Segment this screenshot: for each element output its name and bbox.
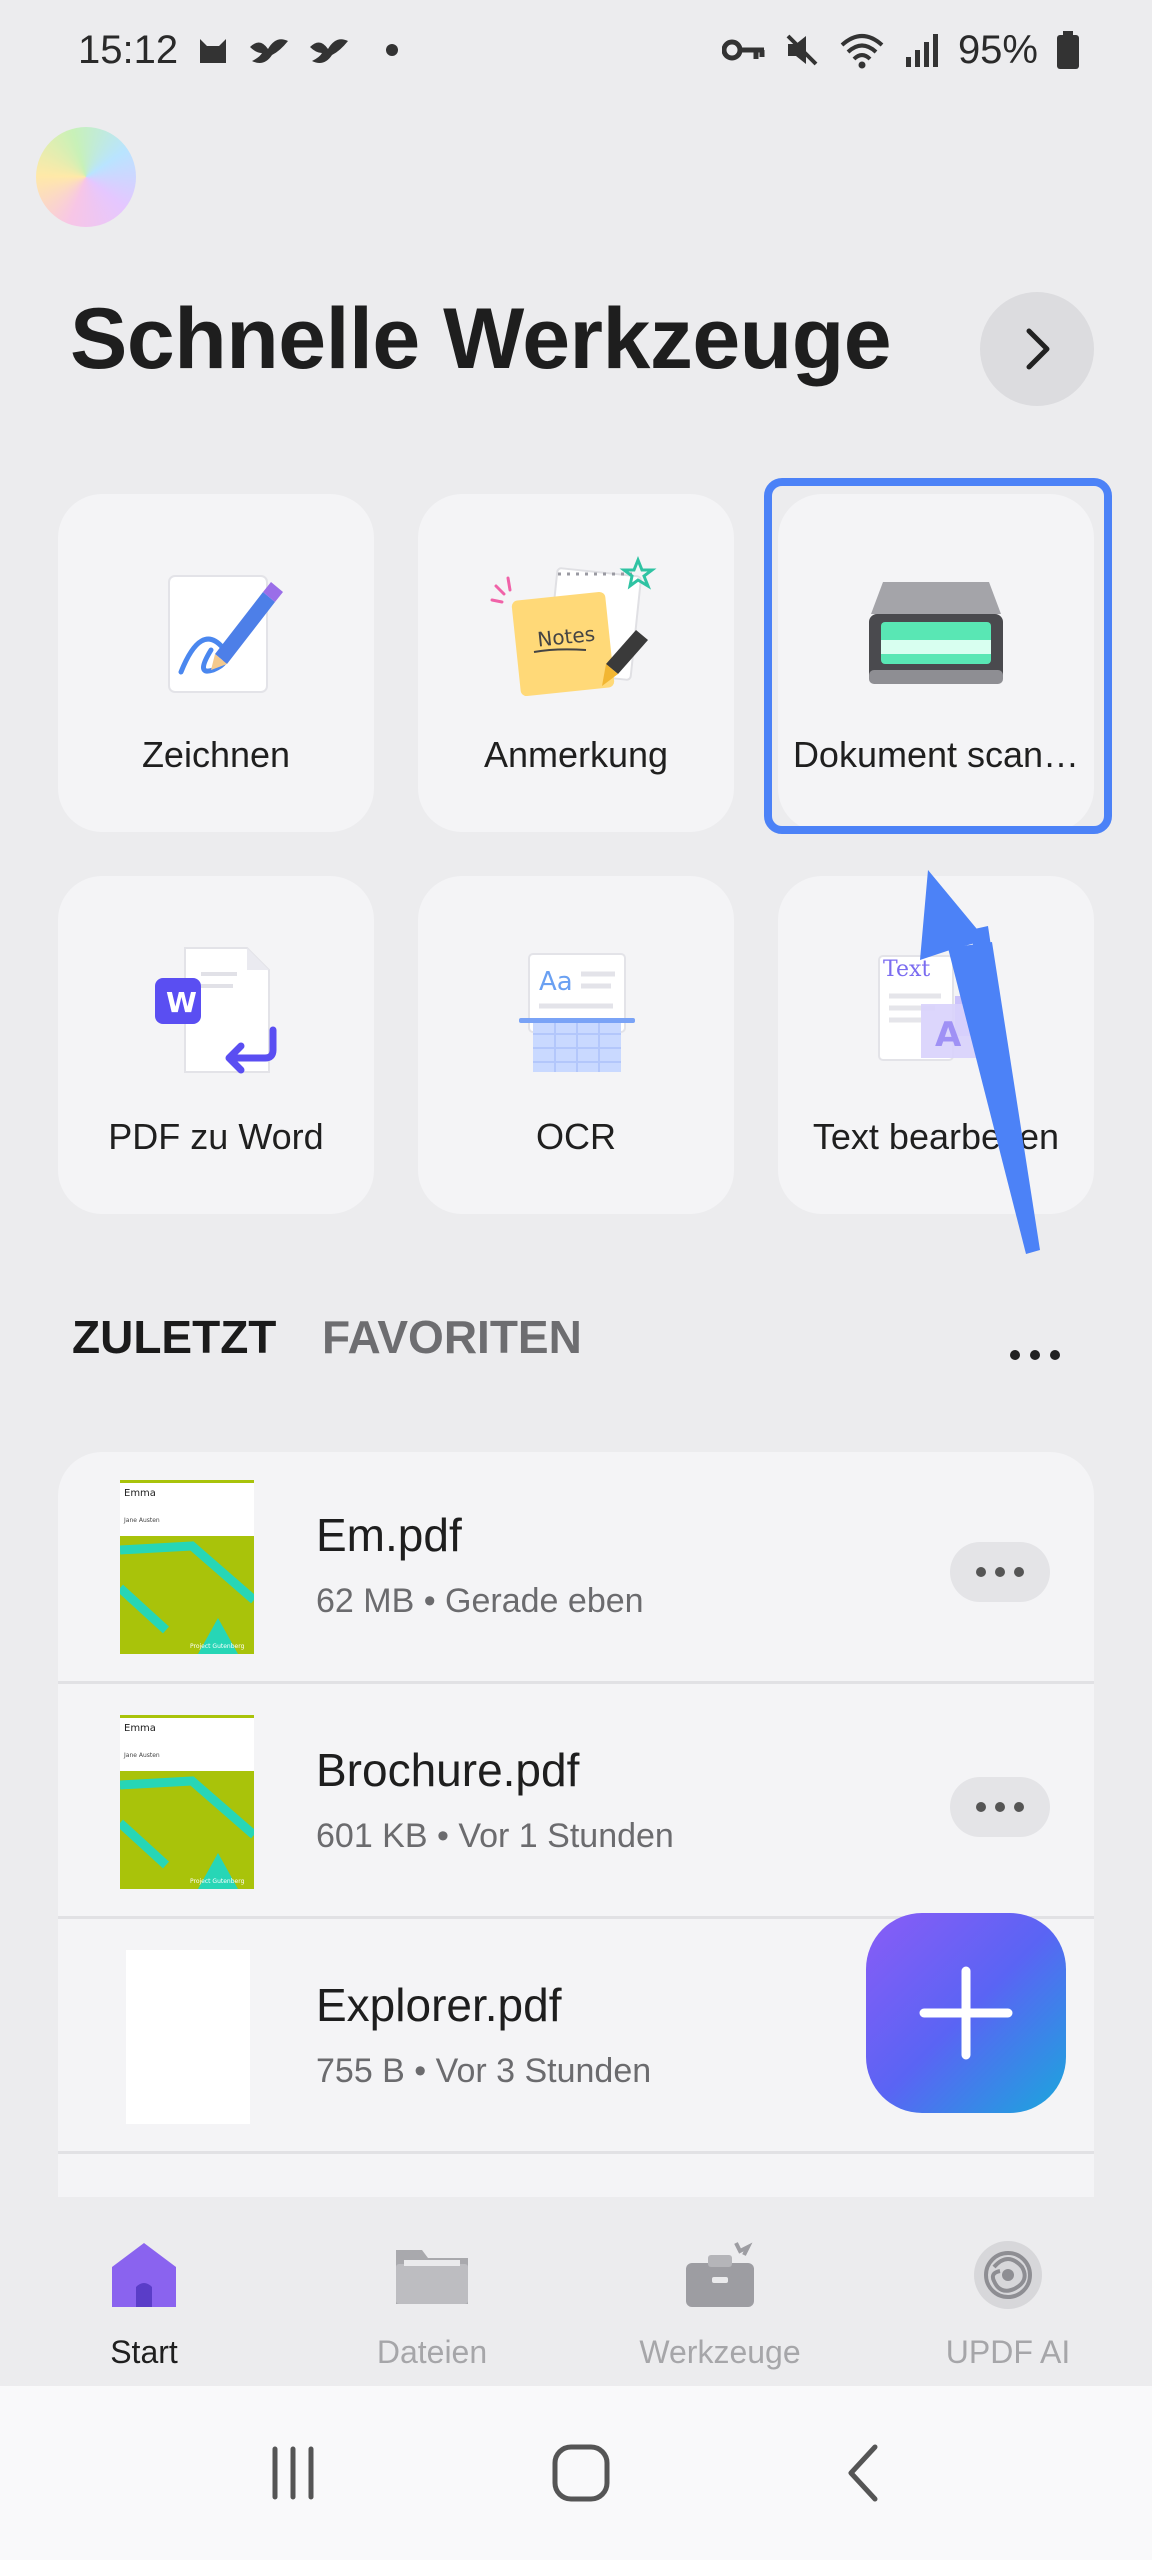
thumb-author: Jane Austen <box>123 1752 160 1759</box>
battery-icon <box>1057 31 1079 69</box>
nav-start[interactable]: Start <box>0 2230 288 2371</box>
tool-card-pdf-to-word[interactable]: W PDF zu Word <box>58 876 374 1214</box>
pen-drawing-icon <box>168 575 283 693</box>
file-row[interactable]: Emma Jane Austen Project Gutenberg Broch… <box>58 1687 1094 1919</box>
folder-icon <box>396 2250 468 2304</box>
status-bar: 15:12 95% <box>0 0 1152 100</box>
tool-card-annotation[interactable]: Notes Anmerkung <box>418 494 734 832</box>
plus-icon <box>919 1966 1013 2060</box>
status-left: 15:12 <box>78 27 399 73</box>
file-thumbnail: Emma Jane Austen Project Gutenberg <box>120 1480 254 1654</box>
add-button[interactable] <box>866 1913 1066 2113</box>
tab-favorites[interactable]: FAVORITEN <box>322 1310 582 1364</box>
nav-updf-ai[interactable]: UPDF AI <box>864 2230 1152 2371</box>
wifi-icon <box>840 34 884 69</box>
nav-label: Dateien <box>376 2334 488 2370</box>
mute-icon <box>786 34 818 66</box>
file-name: Em.pdf <box>316 1509 462 1561</box>
recent-apps-icon[interactable] <box>263 2443 323 2503</box>
word-letter: W <box>166 986 197 1019</box>
edit-text-icon: Text A <box>878 955 983 1061</box>
bottom-nav: Start Dateien Werkzeuge UPDF AI <box>0 2200 1152 2386</box>
file-thumbnail: Emma Jane Austen Project Gutenberg <box>120 1715 254 1889</box>
chevron-right-icon <box>1026 328 1050 370</box>
ocr-icon: Aa <box>519 953 635 1072</box>
file-meta: 755 B • Vor 3 Stunden <box>316 2052 652 2090</box>
file-meta: 62 MB • Gerade eben <box>316 1582 644 1620</box>
tool-label: Text bearbeiten <box>812 1116 1060 1157</box>
file-row[interactable]: Emma Jane Austen Project Gutenberg Em.pd… <box>58 1452 1094 1684</box>
tool-label: Zeichnen <box>141 734 291 775</box>
bird-notification-icon <box>250 39 289 63</box>
file-meta: 601 KB • Vor 1 Stunden <box>316 1817 674 1855</box>
back-icon[interactable] <box>839 2441 889 2505</box>
thumb-title: Emma <box>124 1723 156 1734</box>
nav-files[interactable]: Dateien <box>288 2230 576 2371</box>
home-icon <box>112 2243 176 2307</box>
file-name: Explorer.pdf <box>316 1979 562 2031</box>
nav-label: Werkzeuge <box>639 2334 801 2370</box>
nav-label: UPDF AI <box>945 2334 1071 2370</box>
thumb-footer: Project Gutenberg <box>190 1643 245 1650</box>
signal-icon <box>905 34 938 67</box>
pdf-to-word-icon: W <box>155 947 277 1074</box>
page-title: Schnelle Werkzeuge <box>70 291 892 387</box>
thumb-author: Jane Austen <box>123 1517 160 1524</box>
nav-label: Start <box>110 2334 178 2370</box>
battery-percent: 95% <box>957 27 1038 72</box>
highlight-box <box>764 478 1112 834</box>
tool-card-edit-text[interactable]: Text A Text bearbeiten <box>778 876 1094 1214</box>
avatar[interactable] <box>36 127 136 227</box>
file-menu-button[interactable] <box>950 1542 1050 1602</box>
tab-recent[interactable]: ZULETZT <box>72 1310 276 1364</box>
tool-card-ocr[interactable]: Aa OCR <box>418 876 734 1214</box>
tool-label: OCR <box>536 1116 616 1157</box>
system-nav-bar <box>0 2386 1152 2560</box>
thumb-footer: Project Gutenberg <box>190 1878 245 1885</box>
edit-icon-text: Text <box>883 957 930 982</box>
thumb-title: Emma <box>124 1488 156 1499</box>
file-name: Brochure.pdf <box>316 1744 580 1796</box>
list-options-button[interactable] <box>1010 1350 1060 1360</box>
ocr-icon-text: Aa <box>539 967 573 997</box>
status-right: 95% <box>721 27 1080 73</box>
more-notifications-dot <box>386 44 399 56</box>
tool-card-draw[interactable]: Zeichnen <box>58 494 374 832</box>
toolbox-icon <box>686 2242 754 2307</box>
bird-notification-icon <box>310 39 349 63</box>
ai-icon <box>974 2241 1042 2309</box>
notes-annotation-icon: Notes <box>490 555 657 697</box>
file-menu-button[interactable] <box>950 1777 1050 1837</box>
status-time: 15:12 <box>78 27 179 72</box>
more-tools-button[interactable] <box>980 292 1094 406</box>
nav-tools[interactable]: Werkzeuge <box>576 2230 864 2371</box>
tool-label: PDF zu Word <box>108 1116 324 1157</box>
home-button-icon[interactable] <box>549 2441 613 2505</box>
cat-notification-icon <box>200 39 227 63</box>
file-thumbnail <box>126 1950 250 2124</box>
tool-label: Anmerkung <box>483 734 669 775</box>
edit-icon-letter: A <box>935 1015 962 1055</box>
vpn-key-icon <box>721 39 765 61</box>
